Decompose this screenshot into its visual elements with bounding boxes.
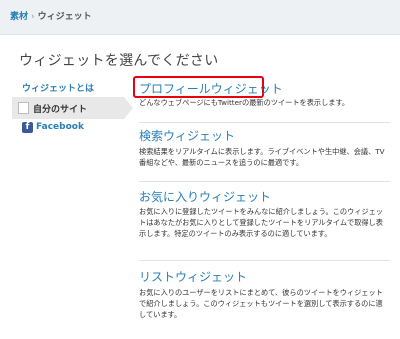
breadcrumb-separator: › — [31, 12, 35, 22]
facebook-icon: f — [22, 122, 33, 133]
widget-profile-description: どんなウェブページにもTwitterの最新のツイートを表示します。 — [139, 98, 350, 107]
sidebar-item-label: Facebook — [36, 122, 84, 132]
breadcrumb-current: ウィジェット — [37, 12, 92, 22]
page-title: ウィジェットを選んでください — [19, 53, 219, 69]
sidebar-item-label: 自分のサイト — [33, 105, 88, 115]
breadcrumb-root-link[interactable]: 素材 — [10, 12, 28, 22]
top-bar: 素材 › ウィジェット — [0, 0, 400, 35]
divider — [139, 181, 390, 182]
widget-list-link[interactable]: リストウィジェット — [139, 268, 247, 285]
widget-search-link[interactable]: 検索ウィジェット — [139, 127, 235, 144]
sidebar-item-own-site[interactable]: 自分のサイト — [12, 97, 133, 119]
page-icon — [18, 102, 29, 114]
widget-profile-link[interactable]: プロフィールウィジェット — [139, 80, 283, 97]
widget-favorites-link[interactable]: お気に入りウィジェット — [139, 188, 271, 205]
divider — [139, 122, 390, 123]
widget-favorites-description: お気に入りに登録したツイートをみんなに紹介しましょう。このウィジェットはあなたが… — [139, 207, 383, 238]
divider — [139, 260, 390, 261]
widget-search-description: 検索結果をリアルタイムに表示します。ライブイベントや生中継、会議、TV番組などや… — [139, 147, 385, 167]
widget-list-description: お気に入りのユーザーをリストにまとめて、彼らのツイートをウィジェットで紹介しまし… — [139, 288, 383, 319]
breadcrumb: 素材 › ウィジェット — [10, 9, 92, 22]
sidebar-heading-link[interactable]: ウィジェットとは — [22, 81, 94, 94]
